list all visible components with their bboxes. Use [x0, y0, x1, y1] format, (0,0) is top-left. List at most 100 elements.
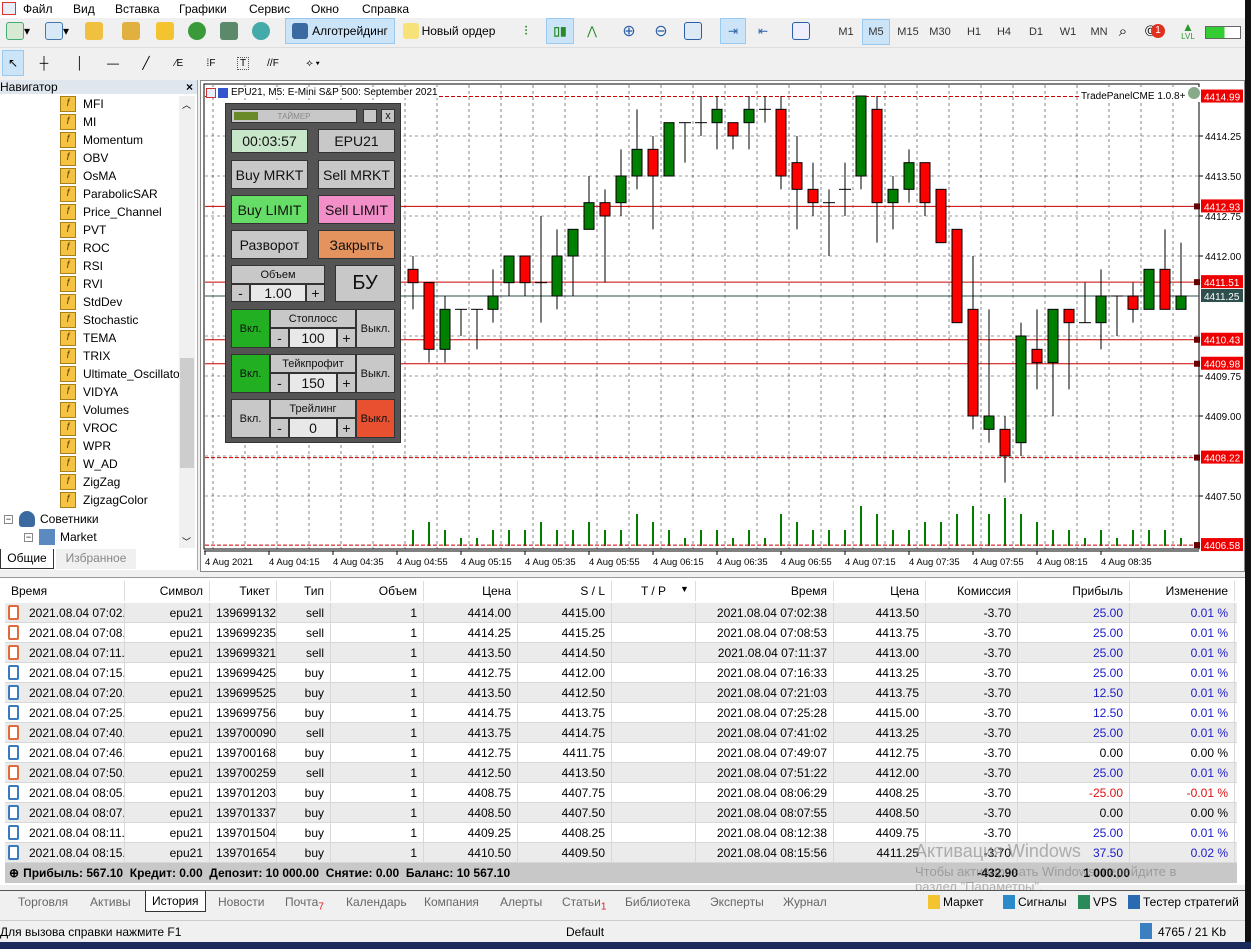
text-tool[interactable]: T: [232, 50, 254, 76]
volume-decrease-button[interactable]: -: [231, 284, 250, 302]
tab-journal[interactable]: Журнал: [783, 895, 827, 909]
navigator-item[interactable]: f VIDYA: [60, 383, 118, 401]
tab-alerts[interactable]: Алерты: [500, 895, 542, 909]
lvl-button[interactable]: ▲ LVL: [1176, 18, 1200, 44]
history-button[interactable]: [120, 18, 142, 44]
vertical-line-tool[interactable]: │: [70, 50, 90, 76]
timeframe-m1[interactable]: M1: [832, 19, 860, 45]
stoploss-decrease-button[interactable]: -: [270, 328, 289, 348]
navigator-item[interactable]: f WPR: [60, 437, 111, 455]
column-header[interactable]: Объем: [331, 581, 424, 601]
stoploss-increase-button[interactable]: +: [337, 328, 356, 348]
tab-library[interactable]: Библиотека: [625, 895, 690, 909]
breakeven-button[interactable]: БУ: [335, 265, 395, 302]
shapes-tool[interactable]: ⟡ ▾: [295, 50, 331, 76]
navigator-item[interactable]: f MFI: [60, 95, 104, 113]
crosshair-tool[interactable]: ┼: [32, 50, 56, 76]
save-template-button[interactable]: [788, 18, 814, 44]
navigator-item-experts[interactable]: − Советники: [4, 510, 99, 528]
tab-market[interactable]: Маркет: [928, 895, 984, 909]
navigator-item[interactable]: f RSI: [60, 257, 103, 275]
navigator-item[interactable]: f OsMA: [60, 167, 116, 185]
timeframe-m5[interactable]: M5: [862, 19, 890, 45]
navigator-tab-favorites[interactable]: Избранное: [56, 549, 136, 569]
navigator-close-button[interactable]: ×: [186, 80, 193, 94]
table-row[interactable]: 2021.08.04 07:15... epu21 139699425 buy 1 441…: [5, 663, 1237, 683]
takeprofit-input[interactable]: 150: [289, 373, 337, 393]
navigator-item[interactable]: f Volumes: [60, 401, 129, 419]
table-row[interactable]: 2021.08.04 08:07... epu21 139701337 buy 1 440…: [5, 803, 1237, 823]
navigator-item[interactable]: f StdDev: [60, 293, 122, 311]
navigator-item[interactable]: f VROC: [60, 419, 118, 437]
takeprofit-increase-button[interactable]: +: [337, 373, 356, 393]
navigator-item[interactable]: f Momentum: [60, 131, 143, 149]
column-header[interactable]: Цена: [834, 581, 926, 601]
takeprofit-on-button[interactable]: Вкл.: [231, 354, 270, 393]
signals-button[interactable]: [186, 18, 208, 44]
column-header[interactable]: S / L: [518, 581, 612, 601]
navigator-item[interactable]: f ZigzagColor: [60, 491, 148, 509]
stoploss-input[interactable]: 100: [289, 328, 337, 348]
tree-toggle-icon[interactable]: −: [4, 514, 13, 524]
volume-increase-button[interactable]: +: [306, 284, 325, 302]
new-order-button[interactable]: Новый ордер: [398, 18, 500, 44]
tab-news[interactable]: Новости: [218, 895, 264, 909]
menu-tools[interactable]: Сервис: [249, 2, 290, 16]
menu-file[interactable]: Файл: [23, 2, 53, 16]
timeframe-h4[interactable]: H4: [990, 19, 1018, 45]
timeframe-w1[interactable]: W1: [1054, 19, 1082, 45]
menu-insert[interactable]: Вставка: [115, 2, 160, 16]
table-row[interactable]: 2021.08.04 07:11... epu21 139699321 sell 1 44…: [5, 643, 1237, 663]
scroll-up-icon[interactable]: ︿: [182, 98, 191, 111]
column-header[interactable]: Цена: [424, 581, 518, 601]
navigator-item[interactable]: f Ultimate_Oscillator: [60, 365, 184, 383]
menu-window[interactable]: Окно: [311, 2, 339, 16]
navigator-item[interactable]: f ZigZag: [60, 473, 120, 491]
table-row[interactable]: 2021.08.04 08:11... epu21 139701504 buy 1 440…: [5, 823, 1237, 843]
tab-history[interactable]: История: [145, 891, 206, 912]
tab-articles[interactable]: Статьи1: [562, 895, 606, 912]
trailing-input[interactable]: 0: [289, 418, 337, 438]
trailing-increase-button[interactable]: +: [337, 418, 356, 438]
table-row[interactable]: 2021.08.04 07:40... epu21 139700090 sell 1 44…: [5, 723, 1237, 743]
zoom-out-button[interactable]: ⊖: [650, 18, 672, 44]
navigator-item[interactable]: f TRIX: [60, 347, 110, 365]
navigator-item[interactable]: f MI: [60, 113, 96, 131]
navigator-item[interactable]: f OBV: [60, 149, 108, 167]
close-positions-button[interactable]: Закрыть: [318, 230, 395, 259]
profiles-button[interactable]: ▾: [40, 18, 74, 44]
navigator-item[interactable]: f Stochastic: [60, 311, 138, 329]
expand-icon[interactable]: ⊕: [9, 866, 19, 880]
community-button[interactable]: [250, 18, 272, 44]
column-header[interactable]: Время: [696, 581, 834, 601]
vps-button[interactable]: [218, 18, 240, 44]
takeprofit-decrease-button[interactable]: -: [270, 373, 289, 393]
sell-market-button[interactable]: Sell MRKT: [318, 160, 395, 189]
candlestick-chart-button[interactable]: ▯▮: [546, 18, 574, 44]
buy-market-button[interactable]: Buy MRKT: [231, 160, 308, 189]
stoploss-on-button[interactable]: Вкл.: [231, 309, 270, 348]
tab-strategy-tester[interactable]: Тестер стратегий: [1128, 895, 1239, 909]
autoscroll-button[interactable]: ⇥: [720, 18, 746, 44]
algotrading-button[interactable]: Алготрейдинг: [285, 18, 395, 44]
tab-assets[interactable]: Активы: [90, 895, 131, 909]
panel-close-button[interactable]: x: [381, 109, 395, 123]
stoploss-off-button[interactable]: Выкл.: [356, 309, 395, 348]
column-header[interactable]: Символ: [125, 581, 210, 601]
table-row[interactable]: 2021.08.04 07:08... epu21 139699235 sell 1 44…: [5, 623, 1237, 643]
table-row[interactable]: 2021.08.04 07:46... epu21 139700168 buy 1 441…: [5, 743, 1237, 763]
navigator-item[interactable]: f PVT: [60, 221, 106, 239]
tile-windows-button[interactable]: [680, 18, 706, 44]
column-header[interactable]: Изменение: [1130, 581, 1235, 601]
navigator-tab-general[interactable]: Общие: [0, 549, 54, 569]
tab-experts[interactable]: Эксперты: [710, 895, 764, 909]
navigator-item[interactable]: f W_AD: [60, 455, 118, 473]
table-row[interactable]: 2021.08.04 07:25... epu21 139699756 buy 1 441…: [5, 703, 1237, 723]
fibo-tool[interactable]: ⁞F: [200, 50, 222, 76]
menu-charts[interactable]: Графики: [179, 2, 227, 16]
trade-panel[interactable]: ТАЙМЕР x 00:03:57 EPU21 Buy MRKT Sell MR…: [225, 103, 401, 443]
chart-shift-button[interactable]: ⇤: [750, 18, 776, 44]
timeframe-mn[interactable]: MN: [1085, 19, 1113, 45]
deposit-button[interactable]: [83, 18, 105, 44]
takeprofit-off-button[interactable]: Выкл.: [356, 354, 395, 393]
